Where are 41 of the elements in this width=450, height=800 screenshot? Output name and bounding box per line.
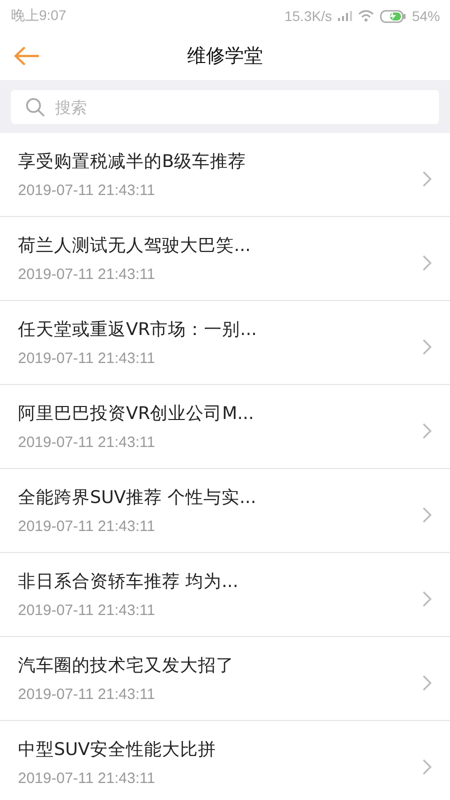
chevron-right-icon xyxy=(422,506,432,522)
article-title: 全能跨界SUV推荐 个性与实... xyxy=(18,486,258,508)
article-item[interactable]: 非日系合资轿车推荐 均为... 2019-07-11 21:43:11 xyxy=(0,553,450,637)
chevron-right-icon xyxy=(422,590,432,606)
article-date: 2019-07-11 21:43:11 xyxy=(18,434,156,450)
page-title: 维修学堂 xyxy=(187,44,263,69)
article-item[interactable]: 汽车圈的技术宅又发大招了 2019-07-11 21:43:11 xyxy=(0,637,450,721)
article-item[interactable]: 荷兰人测试无人驾驶大巴笑... 2019-07-11 21:43:11 xyxy=(0,217,450,301)
article-title: 荷兰人测试无人驾驶大巴笑... xyxy=(18,234,252,256)
chevron-right-icon xyxy=(422,758,432,774)
article-item[interactable]: 享受购置税减半的B级车推荐 2019-07-11 21:43:11 xyxy=(0,133,450,217)
signal-icon xyxy=(338,11,352,21)
article-date: 2019-07-11 21:43:11 xyxy=(18,602,156,618)
article-date: 2019-07-11 21:43:11 xyxy=(18,770,156,786)
back-arrow-icon[interactable] xyxy=(13,46,39,66)
article-item[interactable]: 全能跨界SUV推荐 个性与实... 2019-07-11 21:43:11 xyxy=(0,469,450,553)
chevron-right-icon xyxy=(422,254,432,270)
article-title: 非日系合资轿车推荐 均为... xyxy=(18,570,240,592)
battery-level: 54% xyxy=(412,8,440,24)
article-date: 2019-07-11 21:43:11 xyxy=(18,518,156,534)
network-speed: 15.3K/s xyxy=(284,8,332,24)
chevron-right-icon xyxy=(422,170,432,186)
article-item[interactable]: 阿里巴巴投资VR创业公司M... 2019-07-11 21:43:11 xyxy=(0,385,450,469)
article-date: 2019-07-11 21:43:11 xyxy=(18,350,156,366)
article-item[interactable]: 中型SUV安全性能大比拼 2019-07-11 21:43:11 xyxy=(0,721,450,800)
article-title: 中型SUV安全性能大比拼 xyxy=(18,738,217,760)
chevron-right-icon xyxy=(422,422,432,438)
article-item[interactable]: 任天堂或重返VR市场：一别... 2019-07-11 21:43:11 xyxy=(0,301,450,385)
status-time: 晚上9:07 xyxy=(11,7,66,25)
chevron-right-icon xyxy=(422,674,432,690)
article-date: 2019-07-11 21:43:11 xyxy=(18,266,156,282)
article-title: 享受购置税减半的B级车推荐 xyxy=(18,150,248,172)
article-date: 2019-07-11 21:43:11 xyxy=(18,686,156,702)
article-title: 任天堂或重返VR市场：一别... xyxy=(18,318,258,340)
search-field[interactable]: 搜索 xyxy=(11,90,439,124)
article-date: 2019-07-11 21:43:11 xyxy=(18,182,156,198)
wifi-icon xyxy=(358,10,374,22)
article-title: 汽车圈的技术宅又发大招了 xyxy=(18,654,235,676)
battery-icon xyxy=(380,10,406,22)
article-title: 阿里巴巴投资VR创业公司M... xyxy=(18,402,255,424)
chevron-right-icon xyxy=(422,338,432,354)
